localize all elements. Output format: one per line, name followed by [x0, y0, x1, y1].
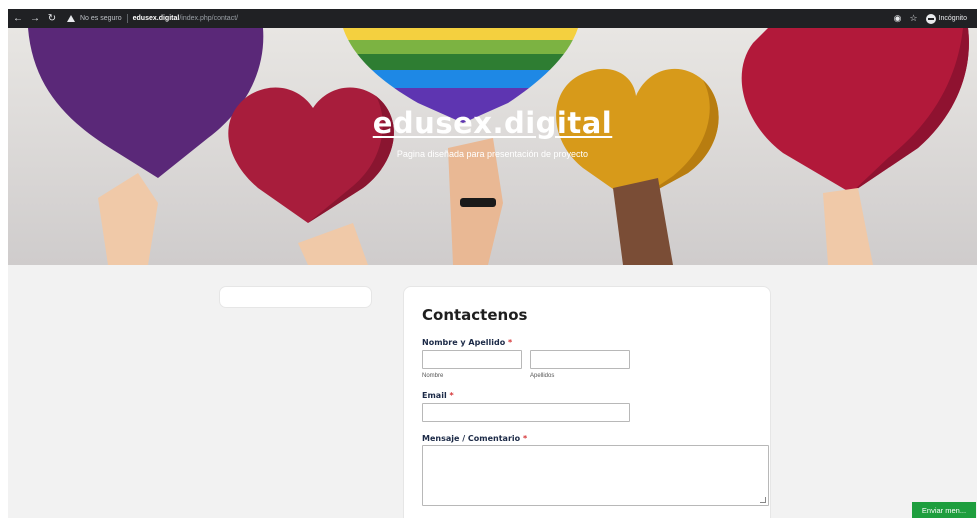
message-textarea[interactable]: [422, 445, 769, 506]
warning-icon: [67, 15, 75, 22]
form-title: Contactenos: [422, 306, 528, 324]
email-label-text: Email: [422, 391, 447, 400]
name-label-text: Nombre y Apellido: [422, 338, 506, 347]
required-mark: *: [449, 391, 454, 400]
site-tagline: Pagina diseñada para presentación de pro…: [396, 149, 589, 159]
forward-arrow-icon[interactable]: →: [28, 12, 42, 26]
sidebar-widget: [219, 286, 372, 308]
incognito-icon: [925, 13, 936, 24]
first-name-input[interactable]: [422, 350, 522, 369]
message-label: Mensaje / Comentario *: [422, 434, 527, 443]
email-input[interactable]: [422, 403, 630, 422]
message-label-text: Mensaje / Comentario: [422, 434, 521, 443]
send-message-button[interactable]: Enviar men...: [912, 502, 976, 518]
required-mark: *: [508, 338, 513, 347]
last-name-hint: Apellidos: [530, 373, 555, 379]
browser-toolbar: ← → ↻ No es seguro edusex.digital /index…: [8, 9, 977, 28]
reload-icon[interactable]: ↻: [45, 12, 59, 26]
address-bar[interactable]: No es seguro edusex.digital /index.php/c…: [67, 11, 894, 26]
email-label: Email *: [422, 391, 454, 400]
eye-slash-icon[interactable]: ◉: [894, 13, 902, 24]
incognito-label: Incógnito: [938, 15, 967, 22]
last-name-input[interactable]: [530, 350, 630, 369]
name-label: Nombre y Apellido *: [422, 338, 512, 347]
url-host: edusex.digital: [132, 15, 180, 22]
hero-hearts-illustration: [28, 28, 969, 265]
address-separator: [126, 14, 128, 23]
main-content: Contactenos Nombre y Apellido * Nombre A…: [8, 265, 977, 518]
incognito-badge[interactable]: Incógnito: [925, 13, 967, 24]
back-arrow-icon[interactable]: ←: [11, 12, 25, 26]
hero-banner: edusex.digital Pagina diseñada para pres…: [8, 28, 977, 265]
url-path: /index.php/contact/: [179, 15, 239, 22]
first-name-hint: Nombre: [422, 373, 444, 379]
resize-handle-icon[interactable]: [760, 497, 766, 503]
site-title[interactable]: edusex.digital: [8, 106, 977, 140]
bookmark-star-icon[interactable]: ☆: [910, 13, 918, 24]
contact-form: Contactenos Nombre y Apellido * Nombre A…: [403, 286, 771, 518]
not-secure-label: No es seguro: [80, 15, 122, 22]
required-mark: *: [522, 434, 528, 443]
